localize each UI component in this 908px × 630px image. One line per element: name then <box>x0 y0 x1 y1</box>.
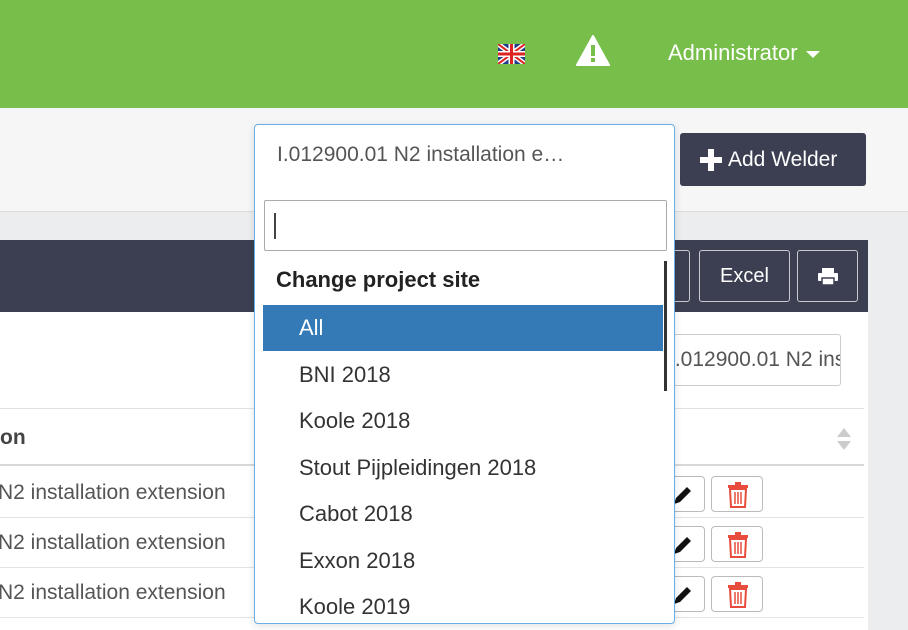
sort-icon[interactable] <box>836 427 852 451</box>
excel-button[interactable]: Excel <box>699 250 790 302</box>
row-description: N2 installation extension <box>0 531 226 554</box>
print-button[interactable] <box>797 250 858 302</box>
dropdown-option-koole-2019[interactable]: Koole 2019 <box>263 584 663 630</box>
user-menu-label: Administrator <box>668 40 798 65</box>
user-menu[interactable]: Administrator <box>668 38 820 68</box>
dropdown-option-cabot-2018[interactable]: Cabot 2018 <box>263 491 663 537</box>
text-cursor <box>274 213 276 239</box>
project-select-value[interactable]: I.012900.01 N2 installation e… <box>277 143 564 167</box>
project-site-dropdown[interactable]: I.012900.01 N2 installation e… Change pr… <box>254 124 675 624</box>
add-welder-button[interactable]: Add Welder <box>680 133 866 186</box>
row-description: N2 installation extension <box>0 581 226 604</box>
dropdown-option-exxon-2018[interactable]: Exxon 2018 <box>263 538 663 584</box>
row-description: N2 installation extension <box>0 481 226 504</box>
dropdown-group-label: Change project site <box>276 267 481 292</box>
trash-icon <box>728 532 748 558</box>
uk-flag-icon[interactable] <box>498 44 525 64</box>
caret-down-icon <box>805 50 820 58</box>
dropdown-option-stout-2018[interactable]: Stout Pijpleidingen 2018 <box>263 445 663 491</box>
delete-button[interactable] <box>711 526 763 562</box>
plus-icon <box>700 149 722 171</box>
trash-icon <box>728 482 748 508</box>
dropdown-option-bni-2018[interactable]: BNI 2018 <box>263 352 663 398</box>
dropdown-search-input[interactable] <box>264 200 667 251</box>
add-welder-label: Add Welder <box>728 148 838 171</box>
dropdown-scrollbar[interactable] <box>664 261 667 391</box>
print-icon <box>818 268 838 285</box>
warning-icon[interactable] <box>576 35 610 66</box>
dropdown-option-koole-2018[interactable]: Koole 2018 <box>263 398 663 444</box>
column-header-description[interactable]: on <box>0 409 26 467</box>
top-navbar: Administrator <box>0 0 908 108</box>
dropdown-option-all[interactable]: All <box>263 305 663 351</box>
delete-button[interactable] <box>711 476 763 512</box>
trash-icon <box>728 582 748 608</box>
delete-button[interactable] <box>711 576 763 612</box>
